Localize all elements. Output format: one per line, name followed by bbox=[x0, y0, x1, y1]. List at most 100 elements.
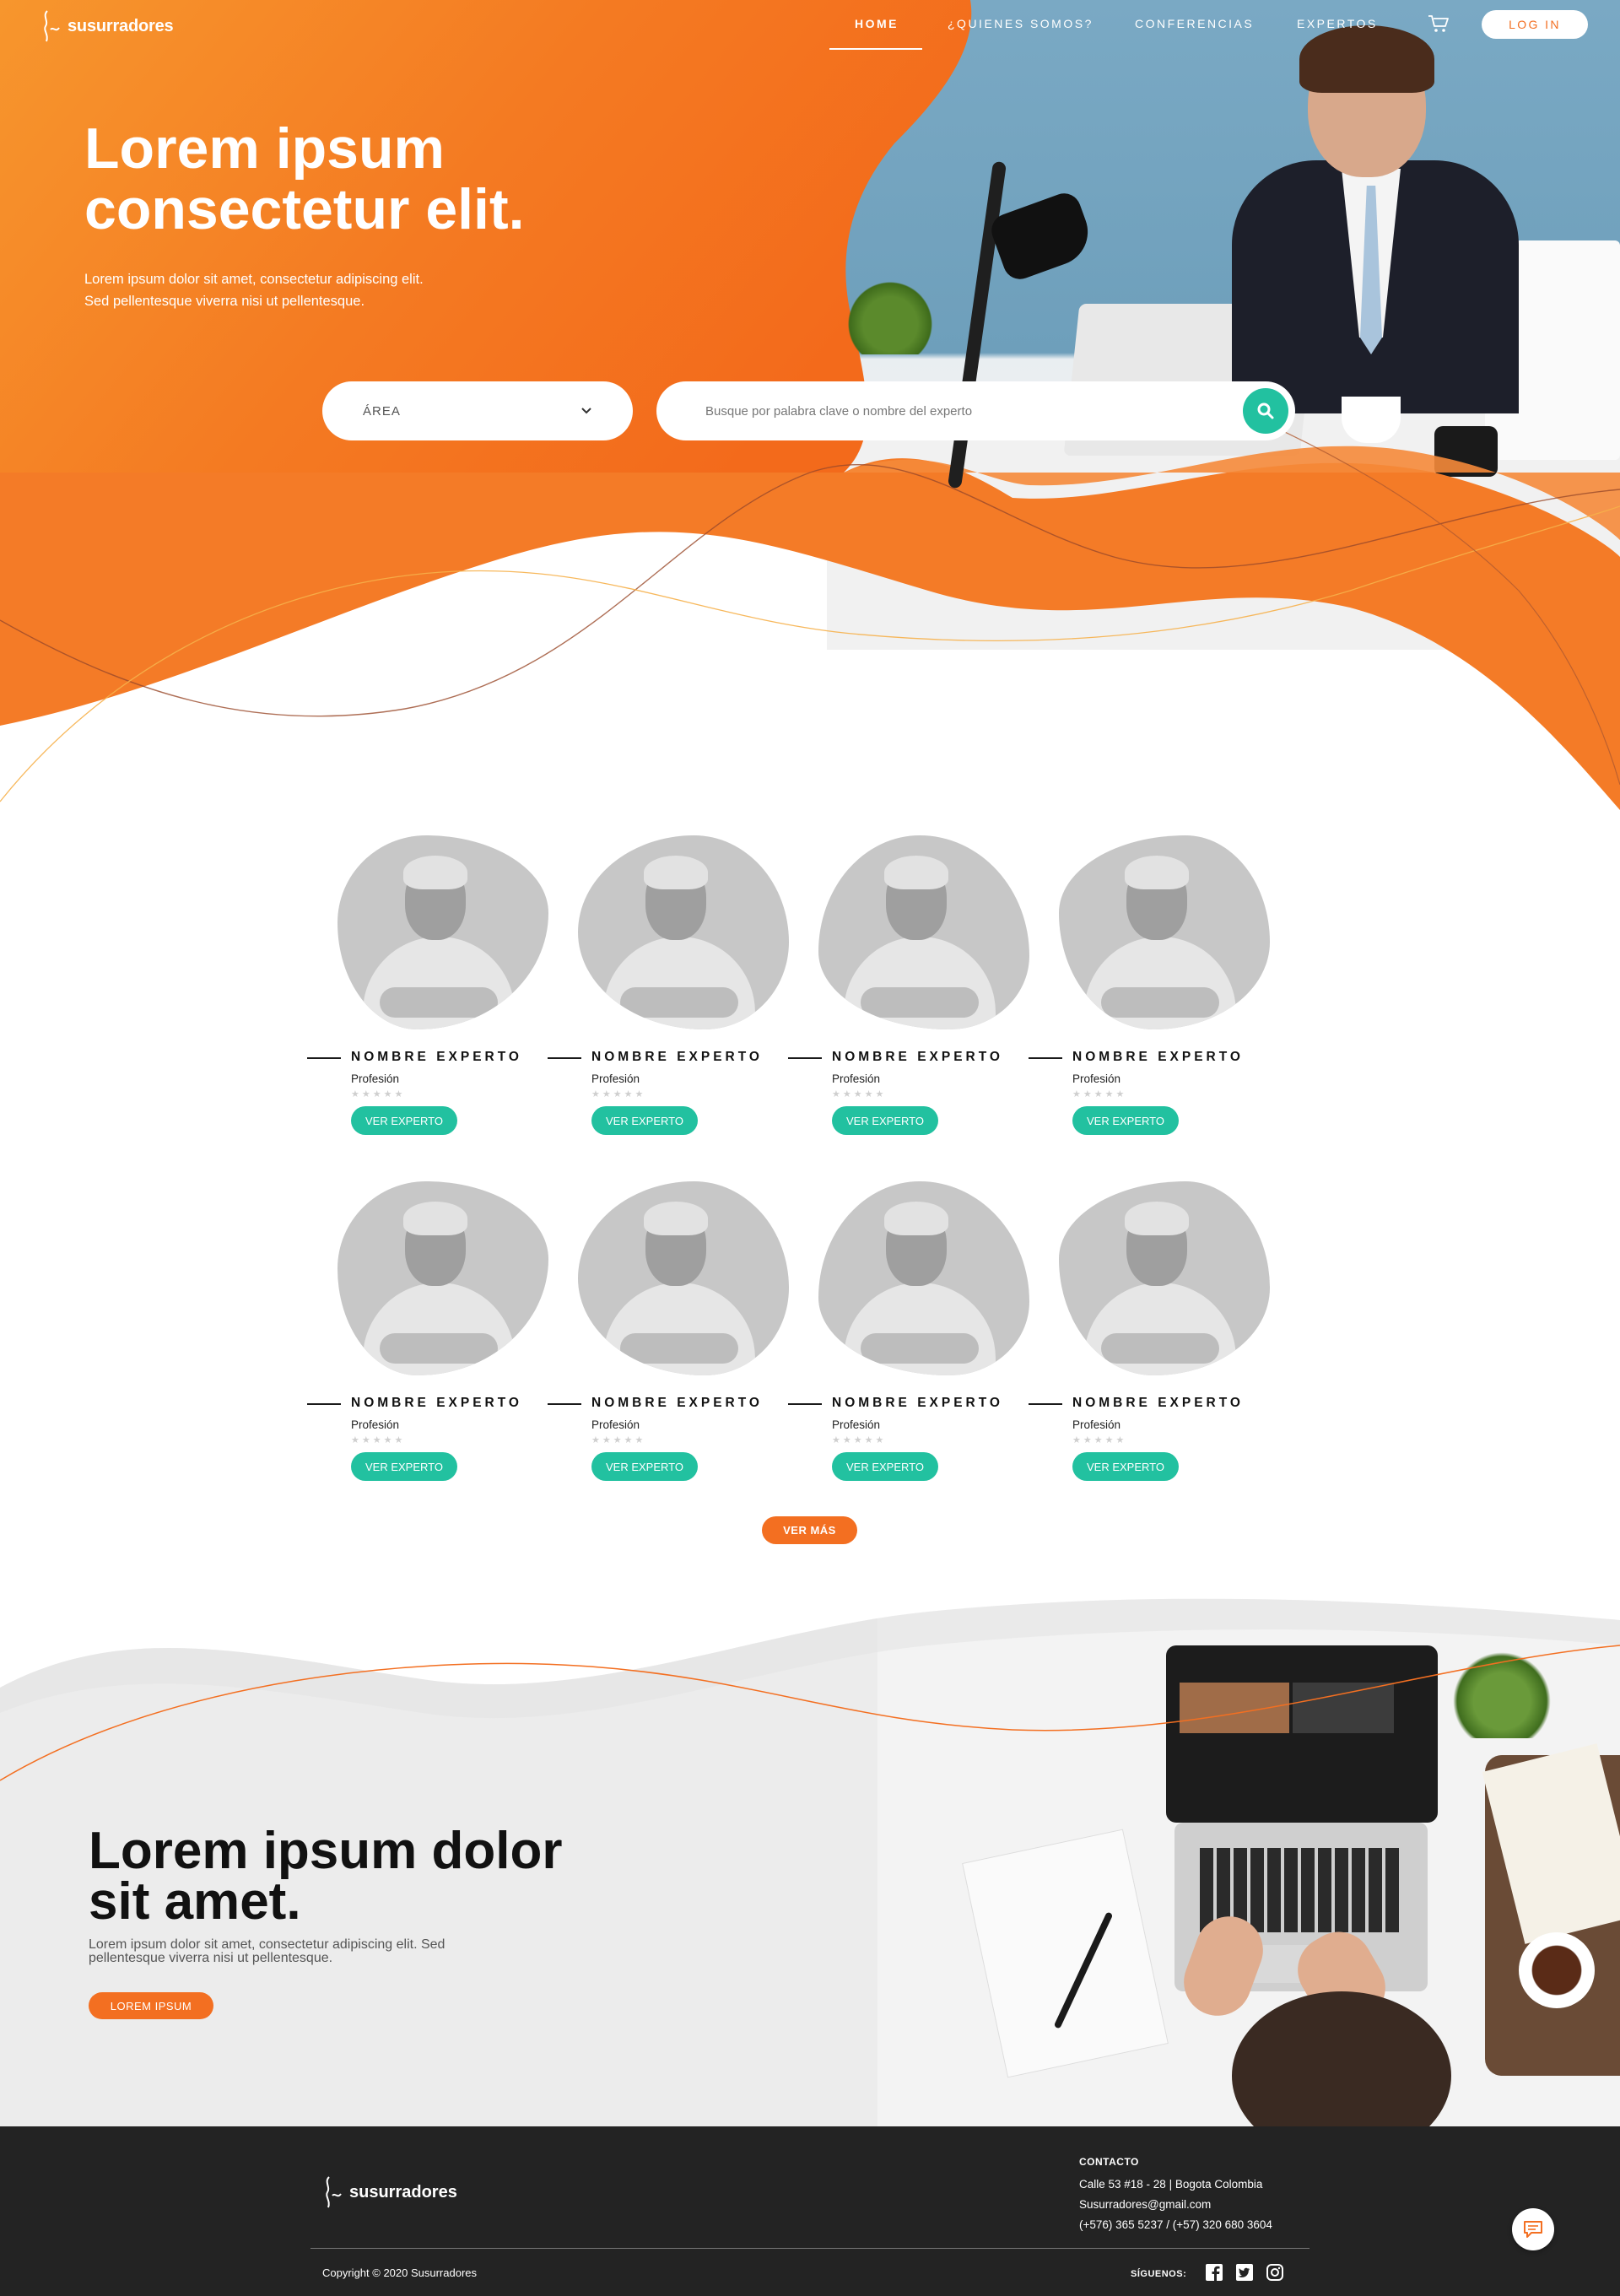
expert-profession: Profesión bbox=[351, 1418, 400, 1431]
expert-card: NOMBRE EXPERTO Profesión ★★★★★ VER EXPERTO bbox=[307, 1181, 548, 1485]
expert-rating-stars: ★★★★★ bbox=[351, 1435, 406, 1445]
ver-experto-button[interactable]: VER EXPERTO bbox=[832, 1452, 938, 1481]
expert-photo[interactable] bbox=[338, 1181, 548, 1375]
expert-photo[interactable] bbox=[818, 1181, 1029, 1375]
area-select[interactable]: ÁREA bbox=[322, 381, 633, 440]
promo-title-line2: sit amet. bbox=[89, 1872, 301, 1931]
promo-title: Lorem ipsum dolor sit amet. bbox=[89, 1825, 612, 1928]
expert-photo[interactable] bbox=[1059, 835, 1270, 1029]
name-dash bbox=[307, 1403, 341, 1405]
expert-name: NOMBRE EXPERTO bbox=[591, 1050, 763, 1064]
area-select-value: ÁREA bbox=[363, 403, 401, 419]
ver-experto-button[interactable]: VER EXPERTO bbox=[832, 1106, 938, 1135]
expert-rating-stars: ★★★★★ bbox=[351, 1089, 406, 1099]
contact-email[interactable]: Susurradores@gmail.com bbox=[1079, 2195, 1272, 2215]
expert-name: NOMBRE EXPERTO bbox=[1072, 1050, 1244, 1064]
search-icon bbox=[1257, 402, 1274, 419]
expert-card: NOMBRE EXPERTO Profesión ★★★★★ VER EXPERTO bbox=[548, 835, 789, 1139]
contact-phones: (+576) 365 5237 / (+57) 320 680 3604 bbox=[1079, 2218, 1272, 2231]
expert-card: NOMBRE EXPERTO Profesión ★★★★★ VER EXPERTO bbox=[788, 1181, 1029, 1485]
expert-rating-stars: ★★★★★ bbox=[591, 1435, 646, 1445]
expert-photo[interactable] bbox=[1059, 1181, 1270, 1375]
ver-mas-button[interactable]: VER MÁS bbox=[762, 1516, 857, 1544]
contact-address: Calle 53 #18 - 28 | Bogota Colombia bbox=[1079, 2178, 1263, 2191]
expert-name: NOMBRE EXPERTO bbox=[591, 1396, 763, 1410]
expert-card: NOMBRE EXPERTO Profesión ★★★★★ VER EXPERTO bbox=[788, 835, 1029, 1139]
hero-subtitle-line1: Lorem ipsum dolor sit amet, consectetur … bbox=[84, 272, 424, 287]
hero-title: Lorem ipsum consectetur elit. bbox=[84, 118, 675, 240]
cart-icon[interactable] bbox=[1428, 14, 1450, 34]
nav-item-quienes-somos[interactable]: ¿QUIENES SOMOS? bbox=[948, 17, 1094, 30]
expert-rating-stars: ★★★★★ bbox=[832, 1435, 887, 1445]
login-button[interactable]: LOG IN bbox=[1482, 10, 1588, 39]
expert-card: NOMBRE EXPERTO Profesión ★★★★★ VER EXPERTO bbox=[1029, 1181, 1270, 1485]
ver-experto-button[interactable]: VER EXPERTO bbox=[351, 1452, 457, 1481]
search-input[interactable] bbox=[704, 402, 1210, 419]
ver-experto-button[interactable]: VER EXPERTO bbox=[591, 1106, 698, 1135]
ver-experto-button[interactable]: VER EXPERTO bbox=[1072, 1106, 1179, 1135]
expert-name: NOMBRE EXPERTO bbox=[1072, 1396, 1244, 1410]
ver-experto-button[interactable]: VER EXPERTO bbox=[1072, 1452, 1179, 1481]
search-button[interactable] bbox=[1243, 388, 1288, 434]
hero-section: Lorem ipsum consectetur elit. Lorem ipsu… bbox=[0, 0, 1620, 810]
nav-active-underline bbox=[829, 48, 922, 50]
name-dash bbox=[548, 1403, 581, 1405]
promo-title-line1: Lorem ipsum dolor bbox=[89, 1822, 563, 1880]
expert-profession: Profesión bbox=[1072, 1072, 1121, 1085]
chat-button[interactable] bbox=[1512, 2208, 1554, 2250]
expert-rating-stars: ★★★★★ bbox=[1072, 1435, 1127, 1445]
promo-text-line1: Lorem ipsum dolor sit amet, consectetur … bbox=[89, 1937, 446, 1952]
logo-mark-icon bbox=[326, 2176, 342, 2208]
expert-profession: Profesión bbox=[832, 1418, 881, 1431]
expert-name: NOMBRE EXPERTO bbox=[351, 1050, 522, 1064]
expert-profession: Profesión bbox=[591, 1418, 640, 1431]
chevron-down-icon bbox=[581, 408, 591, 414]
instagram-icon[interactable] bbox=[1266, 2263, 1284, 2282]
expert-profession: Profesión bbox=[351, 1072, 400, 1085]
name-dash bbox=[548, 1057, 581, 1059]
twitter-icon[interactable] bbox=[1235, 2263, 1254, 2282]
expert-rating-stars: ★★★★★ bbox=[591, 1089, 646, 1099]
name-dash bbox=[788, 1403, 822, 1405]
nav-item-conferencias[interactable]: CONFERENCIAS bbox=[1135, 17, 1254, 30]
expert-card: NOMBRE EXPERTO Profesión ★★★★★ VER EXPERTO bbox=[1029, 835, 1270, 1139]
expert-rating-stars: ★★★★★ bbox=[1072, 1089, 1127, 1099]
contact-title: CONTACTO bbox=[1079, 2156, 1139, 2168]
ver-experto-button[interactable]: VER EXPERTO bbox=[351, 1106, 457, 1135]
promo-button[interactable]: LOREM IPSUM bbox=[89, 1992, 213, 2019]
promo-section: Lorem ipsum dolor sit amet. Lorem ipsum … bbox=[0, 1586, 1620, 2126]
hero-plant bbox=[840, 278, 941, 354]
promo-text: Lorem ipsum dolor sit amet, consectetur … bbox=[89, 1938, 561, 1965]
expert-photo[interactable] bbox=[578, 835, 789, 1029]
hero-subtitle: Lorem ipsum dolor sit amet, consectetur … bbox=[84, 268, 523, 312]
expert-rating-stars: ★★★★★ bbox=[832, 1089, 887, 1099]
ver-experto-button[interactable]: VER EXPERTO bbox=[591, 1452, 698, 1481]
name-dash bbox=[1029, 1403, 1062, 1405]
name-dash bbox=[307, 1057, 341, 1059]
expert-photo[interactable] bbox=[338, 835, 548, 1029]
facebook-icon[interactable] bbox=[1205, 2263, 1223, 2282]
promo-text-line2: pellentesque viverra nisi ut pellentesqu… bbox=[89, 1951, 333, 1965]
expert-name: NOMBRE EXPERTO bbox=[832, 1050, 1003, 1064]
hero-subtitle-line2: Sed pellentesque viverra nisi ut pellent… bbox=[84, 294, 365, 309]
expert-card: NOMBRE EXPERTO Profesión ★★★★★ VER EXPERTO bbox=[307, 835, 548, 1139]
footer-divider bbox=[310, 2248, 1310, 2249]
name-dash bbox=[788, 1057, 822, 1059]
expert-profession: Profesión bbox=[1072, 1418, 1121, 1431]
footer-contact: CONTACTO Calle 53 #18 - 28 | Bogota Colo… bbox=[1079, 2152, 1272, 2235]
expert-name: NOMBRE EXPERTO bbox=[832, 1396, 1003, 1410]
expert-photo[interactable] bbox=[818, 835, 1029, 1029]
hero-title-line1: Lorem ipsum bbox=[84, 116, 445, 181]
hero-title-line2: consectetur elit. bbox=[84, 177, 525, 241]
follow-label: SÍGUENOS: bbox=[1131, 2269, 1187, 2279]
expert-name: NOMBRE EXPERTO bbox=[351, 1396, 522, 1410]
name-dash bbox=[1029, 1057, 1062, 1059]
expert-profession: Profesión bbox=[832, 1072, 881, 1085]
nav-item-expertos[interactable]: EXPERTOS bbox=[1297, 17, 1378, 30]
nav-item-home[interactable]: HOME bbox=[855, 17, 899, 30]
chat-icon bbox=[1524, 2221, 1542, 2238]
expert-photo[interactable] bbox=[578, 1181, 789, 1375]
footer-brand-name: susurradores bbox=[349, 2182, 457, 2201]
footer-logo[interactable]: susurradores bbox=[322, 2175, 457, 2209]
footer: susurradores CONTACTO Calle 53 #18 - 28 … bbox=[0, 2126, 1620, 2296]
